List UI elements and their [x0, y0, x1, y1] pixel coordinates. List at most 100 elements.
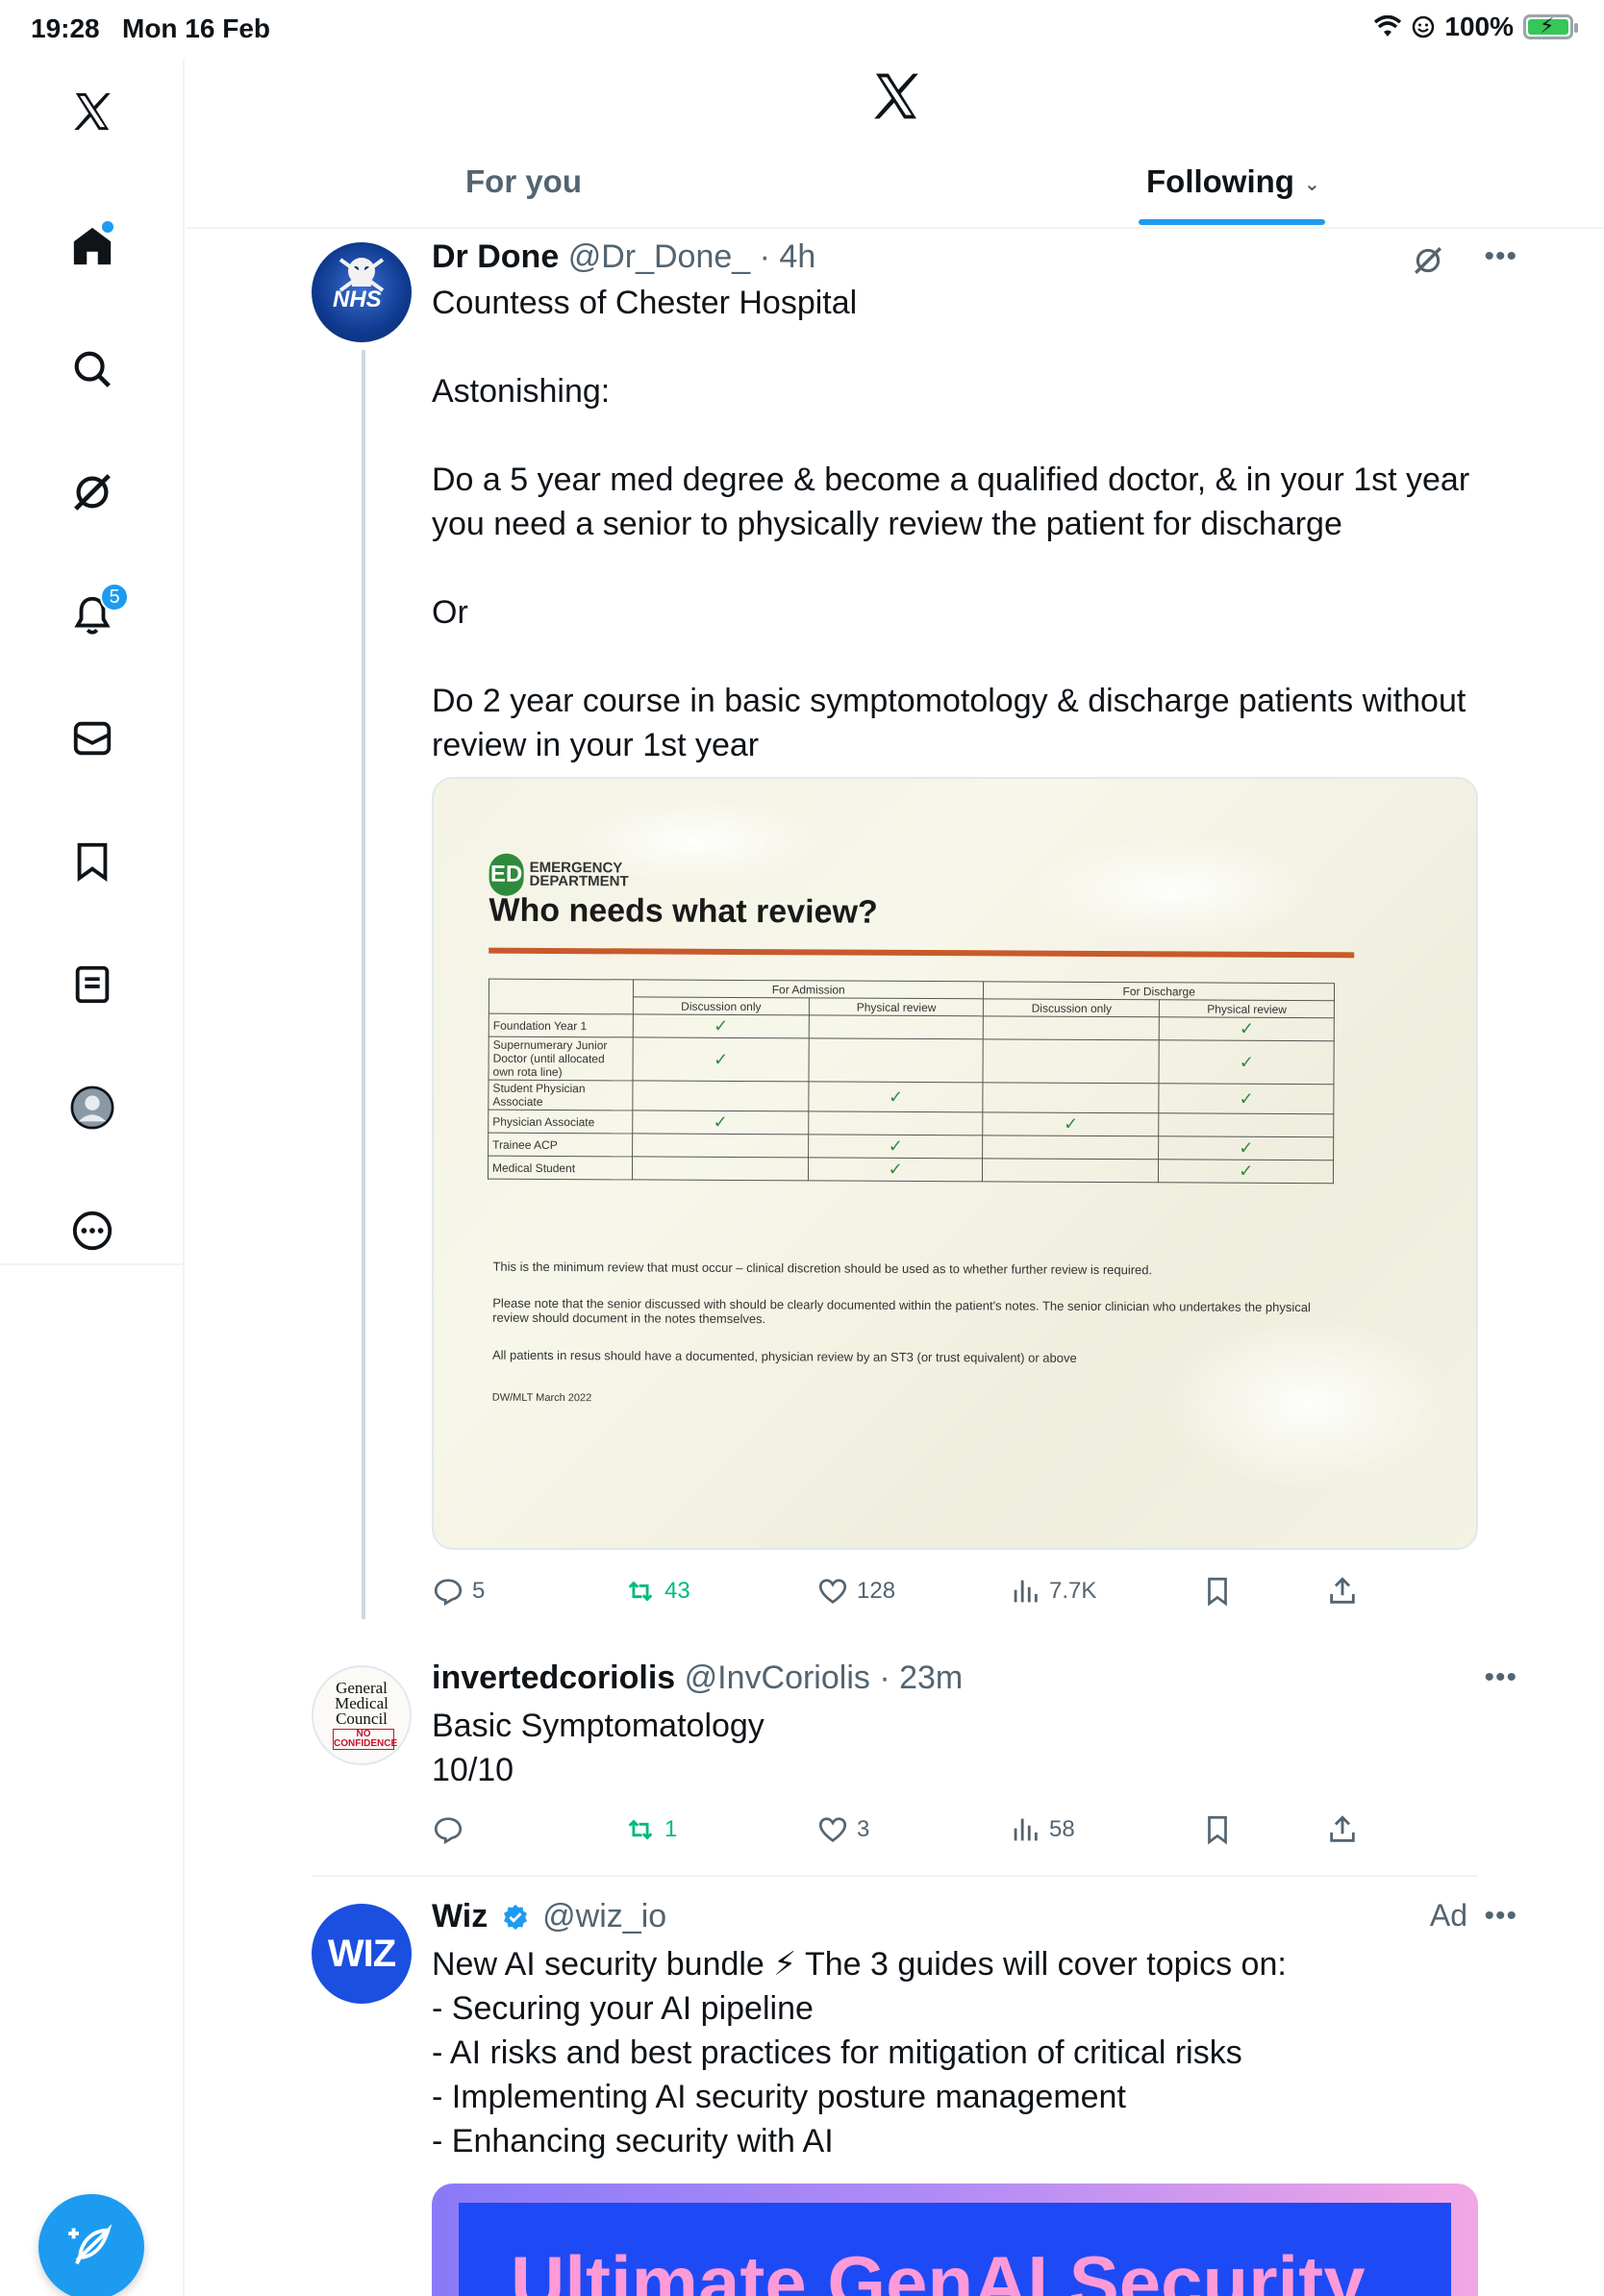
tweet-line: Do 2 year course in basic symptomotology… — [432, 683, 1466, 763]
poster-note: DW/MLT March 2022 — [491, 1391, 592, 1405]
table-cell: ✓ — [632, 1110, 809, 1135]
like-count: 3 — [857, 1816, 870, 1842]
nav-grok[interactable] — [63, 463, 121, 521]
thread-line — [362, 350, 365, 1619]
x-logo-icon[interactable] — [869, 69, 923, 123]
tweet-header: invertedcoriolis @InvCoriolis · 23m — [432, 1660, 963, 1697]
row-label: Student Physician Associate — [488, 1080, 633, 1111]
tweet-time[interactable]: 4h — [779, 238, 815, 275]
compose-button[interactable] — [38, 2194, 144, 2296]
share-button[interactable] — [1326, 1575, 1359, 1608]
like-button[interactable]: 3 — [816, 1813, 869, 1846]
author-name[interactable]: invertedcoriolis — [432, 1660, 675, 1696]
group-header: For Discharge — [983, 981, 1335, 1001]
tweet-time[interactable]: 23m — [899, 1660, 963, 1696]
avatar-stamp-text: CONFIDENCE — [334, 1738, 398, 1749]
chevron-down-icon: ⌄ — [1303, 173, 1320, 195]
table-cell: ✓ — [808, 1081, 984, 1112]
table-cell — [808, 1037, 984, 1083]
tweet-actions: 5 43 128 7.7K — [432, 1575, 1490, 1621]
nav-search[interactable] — [63, 340, 121, 398]
bookmark-button[interactable] — [1201, 1813, 1234, 1846]
avatar[interactable]: WIZ — [312, 1904, 412, 2004]
reply-button[interactable]: 5 — [432, 1575, 485, 1608]
compose-feather-icon — [68, 2224, 113, 2265]
poster-logo: ED EMERGENCY DEPARTMENT — [489, 853, 629, 897]
nav-bookmarks[interactable] — [63, 833, 121, 890]
author-handle[interactable]: @Dr_Done_ — [568, 238, 751, 275]
row-label: Medical Student — [488, 1156, 633, 1180]
author-name[interactable]: Wiz — [432, 1898, 488, 1934]
tweet-header: Dr Done @Dr_Done_ · 4h — [432, 238, 815, 276]
grok-icon[interactable] — [1412, 244, 1444, 277]
author-name[interactable]: Dr Done — [432, 238, 559, 275]
tweet-line: - Enhancing security with AI — [432, 2123, 834, 2159]
group-header: For Admission — [633, 979, 985, 999]
avatar[interactable]: General Medical Council NO CONFIDENCE — [312, 1665, 412, 1765]
tab-following-label: Following — [1146, 163, 1294, 199]
status-bar: 19:28 Mon 16 Feb 100% — [0, 0, 1604, 60]
avatar[interactable]: NHS — [312, 242, 412, 342]
tweet-line — [432, 546, 1490, 590]
repost-count: 1 — [664, 1816, 678, 1842]
active-tab-indicator — [1139, 219, 1325, 225]
views-button[interactable]: 7.7K — [1009, 1575, 1096, 1608]
battery-icon — [1523, 13, 1578, 39]
more-options-icon[interactable]: ••• — [1484, 240, 1517, 273]
nav-profile[interactable] — [63, 1079, 121, 1136]
more-options-icon[interactable]: ••• — [1484, 1900, 1517, 1933]
tab-following[interactable]: Following ⌄ — [1146, 163, 1320, 200]
bookmark-icon — [1208, 1815, 1227, 1845]
wifi-icon — [1374, 15, 1402, 37]
table-cell — [1159, 1112, 1334, 1137]
tweet-line: Basic Symptomatology — [432, 1708, 764, 1744]
reply-icon — [434, 1817, 463, 1845]
sidebar: 5 — [0, 60, 185, 2296]
more-options-icon[interactable]: ••• — [1484, 1661, 1517, 1694]
tweet-line: Do a 5 year med degree & become a qualif… — [432, 462, 1470, 542]
nav-home[interactable] — [63, 217, 121, 275]
tab-for-you[interactable]: For you — [465, 163, 582, 200]
promoted-tweet[interactable]: WIZ Wiz @wiz_io Ad ••• New AI security b… — [187, 1898, 1604, 2296]
nav-more[interactable] — [63, 1202, 121, 1260]
nav-lists[interactable] — [63, 956, 121, 1013]
views-button[interactable]: 58 — [1009, 1813, 1075, 1846]
table-cell: ✓ — [632, 1036, 810, 1082]
share-button[interactable] — [1326, 1813, 1359, 1846]
bookmark-icon — [1208, 1577, 1227, 1607]
bookmark-button[interactable] — [1201, 1575, 1234, 1608]
nav-messages[interactable] — [63, 710, 121, 767]
timeline-header: For you Following ⌄ — [187, 60, 1604, 229]
tweet-line: 10/10 — [432, 1752, 514, 1788]
reply-button[interactable] — [432, 1813, 472, 1846]
like-button[interactable]: 128 — [816, 1575, 895, 1608]
poster-note: All patients in resus should have a docu… — [491, 1347, 1077, 1365]
tweet[interactable]: General Medical Council NO CONFIDENCE in… — [187, 1660, 1604, 1871]
table-cell — [983, 1135, 1160, 1160]
grok-icon — [74, 474, 111, 511]
repost-button[interactable]: 43 — [624, 1575, 690, 1608]
battery-percent: 100% — [1444, 12, 1514, 41]
tweet-media-photo[interactable]: ED EMERGENCY DEPARTMENT Who needs what r… — [432, 777, 1478, 1550]
views-count: 58 — [1049, 1816, 1075, 1842]
ad-media-card[interactable]: Ultimate GenAI Security — [432, 2184, 1478, 2296]
author-handle[interactable]: @InvCoriolis — [685, 1660, 870, 1696]
sub-header: Physical review — [809, 997, 984, 1016]
table-cell — [983, 1038, 1160, 1084]
table-cell: ✓ — [808, 1157, 984, 1182]
sub-header: Discussion only — [633, 996, 810, 1015]
repost-button[interactable]: 1 — [624, 1813, 677, 1846]
poster-note: Please note that the senior discussed wi… — [492, 1295, 1311, 1327]
separator-dot: · — [869, 1660, 900, 1696]
x-logo-icon[interactable] — [63, 83, 121, 140]
nav-notifications[interactable]: 5 — [63, 583, 129, 644]
share-icon — [1330, 1577, 1355, 1604]
tweet-header: Wiz @wiz_io — [432, 1898, 666, 1935]
poster: ED EMERGENCY DEPARTMENT Who needs what r… — [486, 853, 1355, 1493]
tweet[interactable]: NHS Dr Done @Dr_Done_ · 4h ••• Countess … — [187, 238, 1604, 1623]
avatar-nhs-text: NHS — [333, 287, 382, 312]
table-row: Student Physician Associate ✓ ✓ — [488, 1080, 1334, 1114]
poster-logo-text: EMERGENCY DEPARTMENT — [529, 859, 629, 890]
author-handle[interactable]: @wiz_io — [542, 1898, 666, 1934]
tweet-line: - AI risks and best practices for mitiga… — [432, 2034, 1242, 2071]
